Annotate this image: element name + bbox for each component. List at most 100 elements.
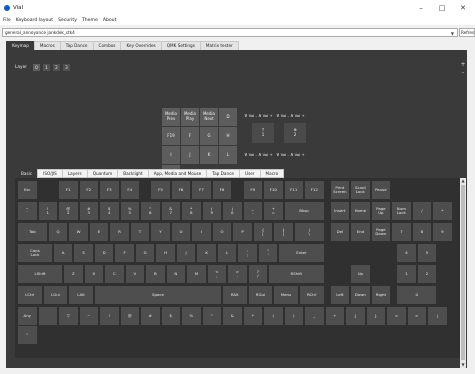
- keycode-button[interactable]: 5: [417, 244, 437, 262]
- keycode-button[interactable]: (: [264, 307, 283, 325]
- keycode-button[interactable]: } ]: [274, 223, 293, 241]
- keycode-button[interactable]: /: [412, 202, 432, 220]
- keycode-button[interactable]: F11: [284, 181, 303, 199]
- keycode-button[interactable]: T: [130, 223, 150, 241]
- encoder-left-ccw-label[interactable]: Vol -: [249, 152, 257, 157]
- keycode-button[interactable]: # 3: [79, 202, 98, 220]
- keycode-button[interactable]: C: [105, 265, 124, 283]
- keymap-key[interactable]: D: [219, 108, 237, 126]
- keycode-button[interactable]: Tab: [18, 223, 47, 241]
- keycode-button[interactable]: N: [166, 265, 186, 283]
- keycode-button[interactable]: Up: [351, 265, 370, 283]
- encoder-right-ccw-label[interactable]: Vol -: [281, 152, 289, 157]
- menu-file[interactable]: File: [3, 18, 11, 23]
- vertical-scrollbar[interactable]: ▲ ▼: [460, 178, 466, 368]
- keycode-button[interactable]: F2: [79, 181, 98, 199]
- keycode-button[interactable]: Page Up: [371, 202, 391, 220]
- tab-layers[interactable]: Layers: [61, 169, 88, 178]
- maximize-button[interactable]: □: [432, 0, 452, 16]
- tab-macro[interactable]: Macro: [259, 169, 285, 178]
- keycode-button[interactable]: LGui: [43, 286, 68, 304]
- keycode-button[interactable]: ~: [79, 307, 98, 325]
- keymap-key[interactable]: K: [200, 146, 218, 164]
- keycode-button[interactable]: ~ `: [18, 202, 37, 220]
- keycode-button[interactable]: $ 4: [100, 202, 119, 220]
- keycode-button[interactable]: & 7: [161, 202, 180, 220]
- keycode-button[interactable]: K: [197, 244, 216, 262]
- tab-iso-jis[interactable]: ISO/JIS: [37, 169, 63, 178]
- keycode-button[interactable]: Enter: [279, 244, 324, 262]
- encoder-right-ccw-label[interactable]: Vol -: [281, 113, 289, 118]
- keycode-button[interactable]: +: [325, 307, 344, 325]
- keymap-key[interactable]: Media Play: [181, 108, 199, 126]
- keycode-button[interactable]: Z: [64, 265, 83, 283]
- tab-macros[interactable]: Macros: [33, 41, 61, 50]
- keycode-button[interactable]: F3: [100, 181, 119, 199]
- keycode-button[interactable]: RAlt: [223, 286, 247, 304]
- keycode-button[interactable]: F5: [151, 181, 170, 199]
- keycode-button[interactable]: Space: [94, 286, 221, 304]
- keycode-button[interactable]: Y: [151, 223, 170, 241]
- keycode-button[interactable]: LAlt: [69, 286, 93, 304]
- tab-key-overrides[interactable]: Key Overrides: [120, 41, 162, 50]
- keycode-button[interactable]: Q: [48, 223, 68, 241]
- keycode-button[interactable]: ▽: [59, 307, 78, 325]
- keymap-key[interactable]: G: [200, 127, 218, 145]
- tab-backlight[interactable]: Backlight: [117, 169, 149, 178]
- keycode-button[interactable]: Right: [371, 286, 391, 304]
- keycode-button[interactable]: <: [387, 307, 406, 325]
- keycode-button[interactable]: J: [176, 244, 196, 262]
- keycode-button[interactable]: + =: [264, 202, 283, 220]
- keycode-button[interactable]: F: [115, 244, 134, 262]
- keycode-button[interactable]: 9: [433, 223, 452, 241]
- keycode-button[interactable]: Page Down: [371, 223, 391, 241]
- keycode-button[interactable]: E: [89, 223, 109, 241]
- keycode-button[interactable]: I: [192, 223, 211, 241]
- tab-basic[interactable]: Basic: [15, 169, 39, 178]
- keycode-button[interactable]: F1: [59, 181, 78, 199]
- keycode-button[interactable]: Left: [330, 286, 350, 304]
- keycode-button[interactable]: Print Screen: [330, 181, 350, 199]
- keycode-button[interactable]: B: [146, 265, 165, 283]
- layer-button-2[interactable]: 2: [53, 64, 60, 71]
- keycode-button[interactable]: _: [305, 307, 324, 325]
- keycode-button[interactable]: U: [171, 223, 191, 241]
- keycode-button[interactable]: G: [135, 244, 155, 262]
- menu-theme[interactable]: Theme: [82, 18, 98, 23]
- keycode-button[interactable]: RGui: [248, 286, 273, 304]
- keymap-key[interactable]: F19: [162, 127, 180, 145]
- device-select[interactable]: general_annoyance jankdek_stk4 ▼: [2, 28, 458, 37]
- tab-user[interactable]: User: [239, 169, 261, 178]
- keycode-button[interactable]: 0: [397, 286, 437, 304]
- scrollbar-thumb[interactable]: [461, 185, 465, 360]
- keycode-button[interactable]: $: [161, 307, 180, 325]
- keycode-button[interactable]: | \: [294, 223, 324, 241]
- scroll-up-icon[interactable]: ▲: [460, 178, 466, 184]
- keycode-button[interactable]: W: [69, 223, 88, 241]
- keycode-button[interactable]: D: [94, 244, 114, 262]
- keymap-key[interactable]: L: [219, 146, 237, 164]
- keycode-button[interactable]: @: [120, 307, 139, 325]
- keycode-button[interactable]: ^ 6: [141, 202, 160, 220]
- keycode-button[interactable]: X: [84, 265, 104, 283]
- encoder-right-cw-label[interactable]: Vol +: [295, 152, 305, 157]
- keycode-button[interactable]: End: [351, 223, 370, 241]
- keycode-button[interactable]: { [: [253, 223, 273, 241]
- keycode-button[interactable]: ? /: [248, 265, 268, 283]
- keycode-button[interactable]: Home: [351, 202, 370, 220]
- keycode-button[interactable]: H: [156, 244, 175, 262]
- keymap-key[interactable]: Media Prev: [162, 108, 180, 126]
- keycode-button[interactable]: Num Lock: [392, 202, 411, 220]
- keycode-button[interactable]: ): [284, 307, 303, 325]
- keycode-button[interactable]: F10: [264, 181, 283, 199]
- layer-button-0[interactable]: 0: [33, 64, 40, 71]
- menu-keyboard-layout[interactable]: Keyboard layout: [16, 18, 53, 23]
- keymap-key[interactable]: F: [181, 127, 199, 145]
- keycode-button[interactable]: LShift: [18, 265, 63, 283]
- keycode-button[interactable]: ) 0: [223, 202, 242, 220]
- tab-app-media-mouse[interactable]: App, Media and Mouse: [147, 169, 208, 178]
- keymap-key[interactable]: Media Next: [200, 108, 218, 126]
- keycode-button[interactable]: Del: [330, 223, 350, 241]
- keycode-button[interactable]: _ -: [243, 202, 262, 220]
- keymap-key[interactable]: H: [219, 127, 237, 145]
